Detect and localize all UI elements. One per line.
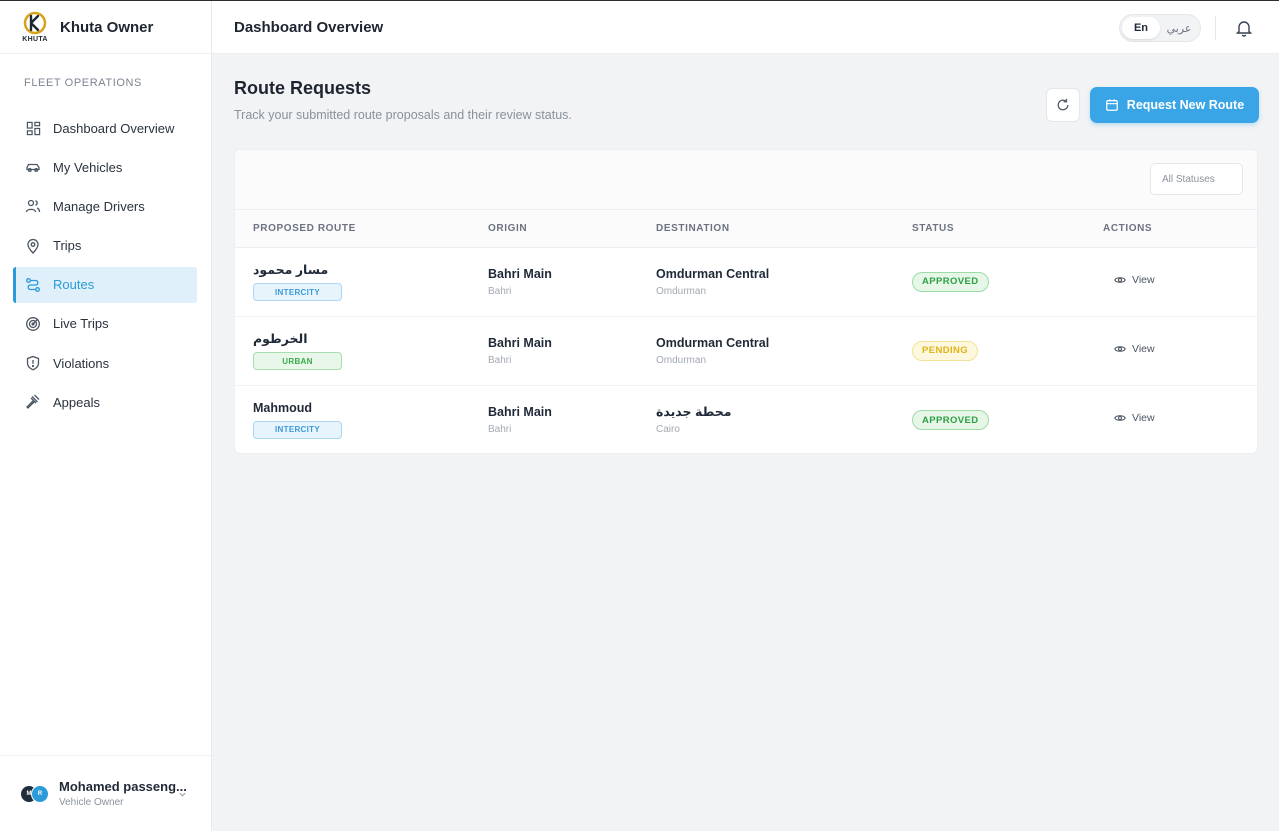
origin-city: Bahri: [488, 423, 512, 435]
origin-city: Bahri: [488, 285, 512, 297]
shield-alert-icon: [25, 355, 41, 371]
route-icon: [25, 277, 41, 293]
request-new-route-button[interactable]: Request New Route: [1090, 87, 1259, 123]
route-type-badge: INTERCITY: [253, 283, 342, 301]
column-header-destination: DESTINATION: [656, 210, 912, 248]
gavel-icon: [25, 394, 41, 410]
request-new-route-label: Request New Route: [1126, 98, 1245, 112]
logo-text: KHUTA: [22, 36, 48, 43]
route-type-badge: URBAN: [253, 352, 342, 370]
table-row: الخرطوم URBAN Bahri Main Bahri Omdurman …: [235, 316, 1257, 386]
brand-title: Khuta Owner: [60, 18, 154, 36]
column-header-status: STATUS: [912, 210, 1103, 248]
user-menu[interactable]: M R Mohamed passeng... Vehicle Owner: [0, 755, 211, 831]
sidebar-item-live-trips[interactable]: Live Trips: [13, 306, 197, 342]
chevron-down-icon[interactable]: [178, 790, 187, 802]
user-role: Vehicle Owner: [59, 797, 124, 808]
table-row: Mahmoud INTERCITY Bahri Main Bahri محطة …: [235, 385, 1257, 453]
refresh-button[interactable]: [1046, 88, 1080, 122]
status-filter-select[interactable]: All Statuses: [1150, 163, 1243, 195]
sidebar-item-appeals[interactable]: Appeals: [13, 384, 197, 420]
khuta-logo: KHUTA: [18, 7, 52, 47]
dashboard-grid-icon: [25, 120, 41, 136]
view-label: View: [1132, 273, 1155, 286]
avatar-group: M R: [20, 784, 50, 803]
language-toggle[interactable]: En عربي: [1119, 14, 1201, 42]
sidebar-item-trips[interactable]: Trips: [13, 228, 197, 264]
destination-name: Omdurman Central: [656, 266, 770, 281]
column-header-proposed-route: PROPOSED ROUTE: [235, 210, 488, 248]
sidebar-item-label: Appeals: [53, 394, 100, 410]
origin-name: Bahri Main: [488, 335, 552, 350]
destination-city: Cairo: [656, 424, 680, 436]
origin-name: Bahri Main: [488, 404, 552, 419]
destination-city: Omdurman: [656, 354, 707, 366]
logo-mark-icon: [23, 11, 47, 35]
card-toolbar: All Statuses: [235, 150, 1257, 210]
sidebar-item-label: Dashboard Overview: [53, 120, 175, 136]
sidebar-item-my-vehicles[interactable]: My Vehicles: [13, 149, 197, 185]
route-requests-table: PROPOSED ROUTE ORIGIN DESTINATION STATUS…: [235, 210, 1257, 453]
destination-name: Omdurman Central: [656, 335, 770, 350]
route-name: Mahmoud: [253, 400, 313, 415]
avatar: R: [31, 784, 49, 803]
section-label: FLEET OPERATIONS: [24, 77, 142, 89]
route-name: مسار محمود: [253, 263, 329, 277]
column-header-origin: ORIGIN: [488, 210, 656, 248]
view-button[interactable]: View: [1114, 343, 1155, 355]
map-pin-icon: [25, 238, 41, 254]
notification-bell-icon[interactable]: [1235, 19, 1253, 37]
view-label: View: [1132, 411, 1155, 424]
sidebar-item-label: Trips: [53, 238, 82, 254]
main-area: Dashboard Overview En عربي Route Request…: [212, 1, 1279, 831]
sidebar-item-violations[interactable]: Violations: [13, 345, 197, 381]
route-type-badge: INTERCITY: [253, 420, 342, 439]
origin-city: Bahri: [488, 354, 512, 366]
content: Route Requests Track your submitted rout…: [212, 54, 1279, 831]
table-row: مسار محمود INTERCITY Bahri Main Bahri Om…: [235, 247, 1257, 317]
sidebar-item-label: Manage Drivers: [53, 198, 145, 214]
sidebar-item-label: Routes: [53, 277, 95, 293]
lang-option-en[interactable]: En: [1122, 17, 1160, 39]
sidebar-item-dashboard-overview[interactable]: Dashboard Overview: [13, 110, 197, 146]
refresh-icon: [1056, 98, 1070, 112]
sidebar: KHUTA Khuta Owner FLEET OPERATIONS Dashb…: [0, 1, 212, 831]
column-header-actions: ACTIONS: [1103, 210, 1257, 248]
radar-icon: [25, 316, 41, 332]
status-badge: APPROVED: [912, 271, 989, 292]
eye-icon: [1114, 274, 1126, 286]
sidebar-item-label: Violations: [53, 355, 110, 371]
topbar: Dashboard Overview En عربي: [212, 1, 1279, 54]
destination-city: Omdurman: [656, 285, 707, 297]
route-requests-card: All Statuses PROPOSED ROUTE ORIGIN DESTI…: [234, 149, 1258, 454]
origin-name: Bahri Main: [488, 266, 552, 281]
table-header-row: PROPOSED ROUTE ORIGIN DESTINATION STATUS…: [235, 210, 1257, 248]
calendar-plus-icon: [1105, 98, 1119, 112]
destination-name: محطة جديدة: [656, 405, 732, 420]
view-button[interactable]: View: [1114, 274, 1155, 286]
eye-icon: [1114, 412, 1126, 424]
lang-option-ar[interactable]: عربي: [1160, 17, 1198, 39]
user-name: Mohamed passeng...: [59, 779, 187, 794]
sidebar-item-manage-drivers[interactable]: Manage Drivers: [13, 188, 197, 224]
view-button[interactable]: View: [1114, 412, 1155, 424]
users-icon: [25, 198, 41, 214]
brand[interactable]: KHUTA Khuta Owner: [0, 1, 211, 54]
route-name: الخرطوم: [253, 332, 308, 346]
sidebar-item-label: My Vehicles: [53, 159, 123, 175]
divider: [1215, 16, 1216, 40]
eye-icon: [1114, 343, 1126, 355]
status-badge: APPROVED: [912, 410, 989, 430]
app-window: KHUTA Khuta Owner FLEET OPERATIONS Dashb…: [0, 0, 1279, 831]
sidebar-item-label: Live Trips: [53, 316, 109, 332]
sidebar-item-routes[interactable]: Routes: [13, 266, 197, 303]
car-icon: [25, 159, 41, 175]
view-label: View: [1132, 342, 1155, 355]
status-badge: PENDING: [912, 340, 979, 361]
page-header-title: Dashboard Overview: [234, 18, 384, 36]
sidebar-nav: Dashboard Overview My Vehicles Manage Dr…: [0, 110, 211, 424]
